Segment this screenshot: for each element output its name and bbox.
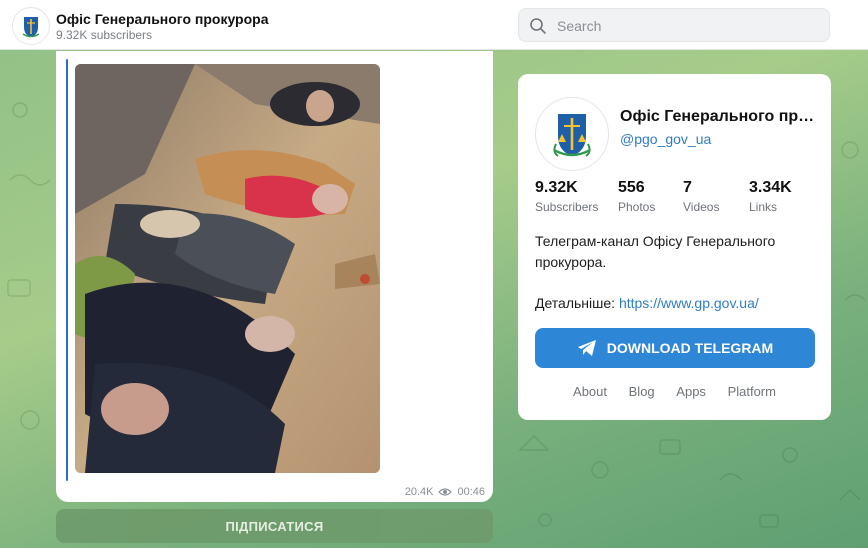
emblem-icon (538, 100, 606, 168)
stat-links: 3.34K Links (749, 179, 792, 214)
channel-info-card: Офіс Генерального прокурора @pgo_gov_ua … (518, 74, 831, 420)
stat-subscribers: 9.32K Subscribers (535, 179, 598, 214)
channel-title[interactable]: Офіс Генерального прокурора (56, 11, 269, 27)
subscriber-count: 9.32K subscribers (56, 28, 153, 42)
details-label: Детальніше: (535, 295, 616, 311)
photo-image (75, 64, 380, 473)
channel-details: Детальніше: https://www.gp.gov.ua/ (535, 295, 759, 311)
card-channel-handle[interactable]: @pgo_gov_ua (620, 131, 711, 147)
stat-value: 3.34K (749, 179, 792, 196)
stat-label: Photos (618, 200, 656, 214)
stat-label: Videos (683, 200, 720, 214)
telegram-plane-icon (577, 340, 596, 356)
stat-value: 556 (618, 179, 645, 196)
footer-link-blog[interactable]: Blog (629, 384, 655, 399)
search-box[interactable] (518, 8, 830, 42)
stat-videos: 7 Videos (683, 179, 719, 214)
stat-label: Subscribers (535, 200, 599, 214)
footer-link-platform[interactable]: Platform (728, 384, 776, 399)
view-count: 20.4K (404, 486, 434, 498)
stat-label: Links (749, 200, 778, 214)
eye-icon (438, 488, 453, 496)
message-time: 00:46 (457, 486, 485, 498)
search-input[interactable] (555, 15, 819, 37)
download-label: DOWNLOAD TELEGRAM (606, 340, 774, 356)
emblem-icon (22, 17, 40, 38)
stat-value: 9.32K (535, 179, 578, 196)
stat-photos: 556 Photos (618, 179, 655, 214)
stat-value: 7 (683, 179, 692, 196)
message-meta: 20.4K 00:46 (405, 486, 485, 498)
footer-link-apps[interactable]: Apps (676, 384, 706, 399)
details-link[interactable]: https://www.gp.gov.ua/ (619, 295, 759, 311)
download-telegram-button[interactable]: DOWNLOAD TELEGRAM (535, 328, 815, 368)
subscribe-button[interactable]: ПІДПИСАТИСЯ (56, 509, 493, 543)
channel-description: Телеграм-канал Офісу Генерального прокур… (535, 233, 776, 270)
channel-avatar-large[interactable] (535, 97, 609, 171)
search-icon (530, 18, 546, 34)
footer-links: About Blog Apps Platform (518, 384, 831, 399)
footer-link-about[interactable]: About (573, 384, 607, 399)
channel-avatar[interactable] (12, 7, 50, 45)
message-photo[interactable] (75, 64, 380, 473)
card-channel-name: Офіс Генерального прокурора (620, 108, 820, 125)
message-bubble: 20.4K 00:46 (56, 51, 493, 502)
message-accent-bar (66, 59, 68, 481)
channel-header: Офіс Генерального прокурора 9.32K subscr… (0, 0, 868, 50)
